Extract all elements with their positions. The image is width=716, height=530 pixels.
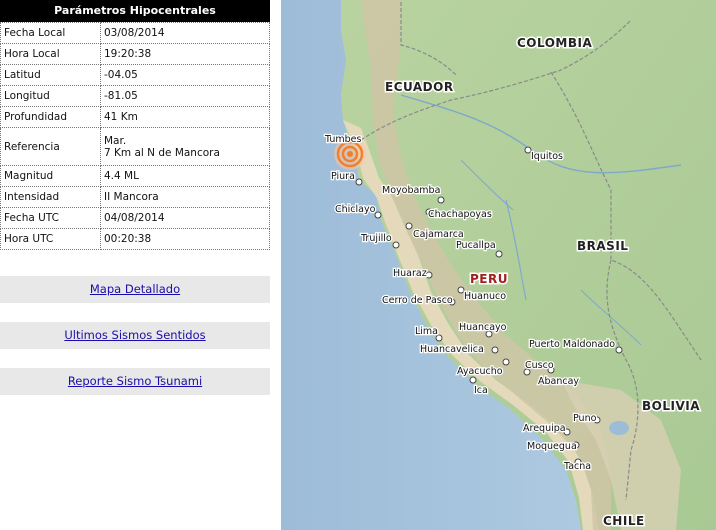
table-row: Longitud -81.05 — [0, 85, 270, 107]
row-key: Fecha UTC — [0, 207, 101, 229]
city-dot[interactable] — [469, 376, 477, 384]
epicenter-map[interactable]: COLOMBIA ECUADOR BRASIL PERU BOLIVIA CHI… — [281, 0, 716, 530]
detailed-map-link[interactable]: Mapa Detallado — [90, 282, 180, 296]
row-key: Profundidad — [0, 106, 101, 128]
row-value: 04/08/2014 — [100, 207, 270, 229]
city-dot[interactable] — [437, 196, 445, 204]
city-label-puerto: Puerto Maldonado — [529, 339, 615, 350]
country-brasil: BRASIL — [577, 239, 628, 253]
tsunami-report-link-box: Reporte Sismo Tsunami — [0, 368, 270, 395]
city-label-ica: Ica — [474, 385, 488, 396]
table-row: Profundidad 41 Km — [0, 106, 270, 128]
detailed-map-link-box: Mapa Detallado — [0, 276, 270, 303]
row-key: Referencia — [0, 127, 101, 166]
city-label-cajamarca: Cajamarca — [413, 229, 464, 240]
table-row: Intensidad II Mancora — [0, 186, 270, 208]
reference-line-1: Mar. — [104, 134, 127, 147]
city-label-huancayo: Huancayo — [459, 322, 507, 333]
city-label-pucallpa: Pucallpa — [456, 240, 496, 251]
city-label-chachapoyas: Chachapoyas — [428, 209, 492, 220]
city-label-huancavelica: Huancavelica — [420, 344, 484, 355]
city-label-abancay: Abancay — [538, 376, 579, 387]
country-bolivia: BOLIVIA — [642, 399, 700, 413]
city-label-iquitos: Iquitos — [531, 151, 563, 162]
tsunami-report-link[interactable]: Reporte Sismo Tsunami — [68, 374, 202, 388]
panel-title: Parámetros Hipocentrales — [0, 0, 270, 22]
row-value: 41 Km — [100, 106, 270, 128]
city-dot[interactable] — [495, 250, 503, 258]
city-label-puno: Puno — [573, 413, 597, 424]
city-label-tumbes: Tumbes — [324, 134, 362, 145]
city-label-lima: Lima — [415, 326, 438, 337]
map-canvas: COLOMBIA ECUADOR BRASIL PERU BOLIVIA CHI… — [281, 0, 716, 530]
row-key: Latitud — [0, 64, 101, 86]
city-dot[interactable] — [615, 346, 623, 354]
row-key: Hora UTC — [0, 228, 101, 250]
city-label-tacna: Tacna — [563, 461, 591, 472]
table-row: Hora UTC 00:20:38 — [0, 228, 270, 250]
city-label-cusco: Cusco — [525, 360, 554, 371]
hypocenter-table: Fecha Local 03/08/2014 Hora Local 19:20:… — [0, 22, 270, 250]
city-label-cerro: Cerro de Pasco — [382, 295, 453, 306]
city-label-moquegua: Moquegua — [527, 441, 577, 452]
city-label-trujillo: Trujillo — [360, 233, 392, 244]
city-dot[interactable] — [491, 346, 499, 354]
table-row: Fecha Local 03/08/2014 — [0, 22, 270, 44]
city-label-arequipa: Arequipa — [523, 423, 566, 434]
city-dot[interactable] — [374, 211, 382, 219]
recent-quakes-link[interactable]: Ultimos Sismos Sentidos — [64, 328, 205, 342]
city-label-huaraz: Huaraz — [393, 268, 427, 279]
city-dot[interactable] — [502, 358, 510, 366]
city-dot[interactable] — [355, 178, 363, 186]
table-row: Magnitud 4.4 ML — [0, 165, 270, 187]
hypocenter-panel: Parámetros Hipocentrales Fecha Local 03/… — [0, 0, 270, 250]
row-key: Fecha Local — [0, 22, 101, 44]
row-value: 03/08/2014 — [100, 22, 270, 44]
city-label-moyobamba: Moyobamba — [382, 185, 440, 196]
row-value: II Mancora — [100, 186, 270, 208]
row-value: 19:20:38 — [100, 43, 270, 65]
table-row: Latitud -04.05 — [0, 64, 270, 86]
table-row: Referencia Mar. 7 Km al N de Mancora — [0, 127, 270, 166]
row-key: Longitud — [0, 85, 101, 107]
table-row: Fecha UTC 04/08/2014 — [0, 207, 270, 229]
city-dot[interactable] — [405, 222, 413, 230]
city-label-piura: Piura — [331, 171, 355, 182]
city-dot[interactable] — [425, 271, 433, 279]
table-row: Hora Local 19:20:38 — [0, 43, 270, 65]
reference-line-2: 7 Km al N de Mancora — [104, 146, 220, 159]
lake-titicaca — [609, 421, 629, 435]
row-value: -04.05 — [100, 64, 270, 86]
city-label-huanuco: Huanuco — [464, 291, 506, 302]
row-key: Intensidad — [0, 186, 101, 208]
row-key: Magnitud — [0, 165, 101, 187]
row-value: 4.4 ML — [100, 165, 270, 187]
city-dot[interactable] — [392, 241, 400, 249]
row-value: Mar. 7 Km al N de Mancora — [100, 127, 270, 166]
recent-quakes-link-box: Ultimos Sismos Sentidos — [0, 322, 270, 349]
row-key: Hora Local — [0, 43, 101, 65]
row-value: 00:20:38 — [100, 228, 270, 250]
country-colombia: COLOMBIA — [517, 36, 592, 50]
country-peru: PERU — [470, 272, 508, 286]
country-chile: CHILE — [603, 514, 645, 528]
row-value: -81.05 — [100, 85, 270, 107]
city-label-chiclayo: Chiclayo — [335, 204, 376, 215]
city-label-ayacucho: Ayacucho — [457, 366, 503, 377]
country-ecuador: ECUADOR — [385, 80, 454, 94]
